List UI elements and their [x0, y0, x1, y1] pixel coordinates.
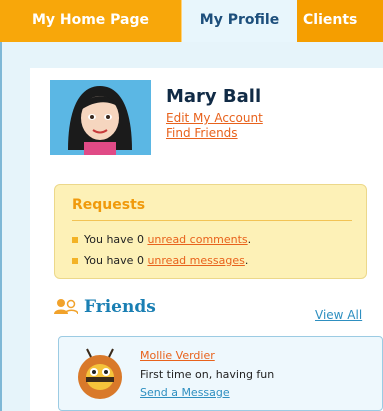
requests-divider — [72, 220, 352, 221]
friend-avatar — [78, 348, 122, 399]
find-friends-link[interactable]: Find Friends — [166, 126, 238, 140]
bullet-icon — [72, 237, 78, 243]
tab-my-profile[interactable]: My Profile — [182, 0, 297, 42]
unread-comments-link[interactable]: unread comments — [147, 233, 247, 246]
tab-clients[interactable]: Clients — [297, 0, 383, 42]
friends-icon — [54, 298, 79, 315]
top-tab-bar: My Home Page My Profile Clients — [0, 0, 383, 42]
tab-my-home-page[interactable]: My Home Page — [0, 0, 182, 42]
friends-title: Friends — [84, 297, 156, 317]
view-all-friends-link[interactable]: View All — [315, 308, 362, 322]
messages-prefix: You have 0 — [84, 254, 148, 267]
requests-title: Requests — [72, 197, 146, 213]
friend-status: First time on, having fun — [140, 368, 275, 381]
bullet-icon — [72, 258, 78, 264]
unread-messages-line: You have 0 unread messages. — [72, 254, 248, 267]
friend-list-item: Mollie Verdier First time on, having fun… — [58, 336, 383, 411]
comments-suffix: . — [247, 233, 252, 246]
requests-box: Requests You have 0 unread comments. You… — [54, 184, 367, 279]
avatar — [50, 80, 151, 155]
messages-suffix: . — [244, 254, 249, 267]
unread-comments-line: You have 0 unread comments. — [72, 233, 251, 246]
profile-name: Mary Ball — [166, 86, 262, 107]
edit-my-account-link[interactable]: Edit My Account — [166, 111, 263, 125]
unread-messages-link[interactable]: unread messages — [147, 254, 244, 267]
comments-prefix: You have 0 — [84, 233, 148, 246]
friend-name-link[interactable]: Mollie Verdier — [140, 349, 215, 362]
send-message-link[interactable]: Send a Message — [140, 386, 230, 399]
avatar-illustration — [50, 80, 151, 155]
